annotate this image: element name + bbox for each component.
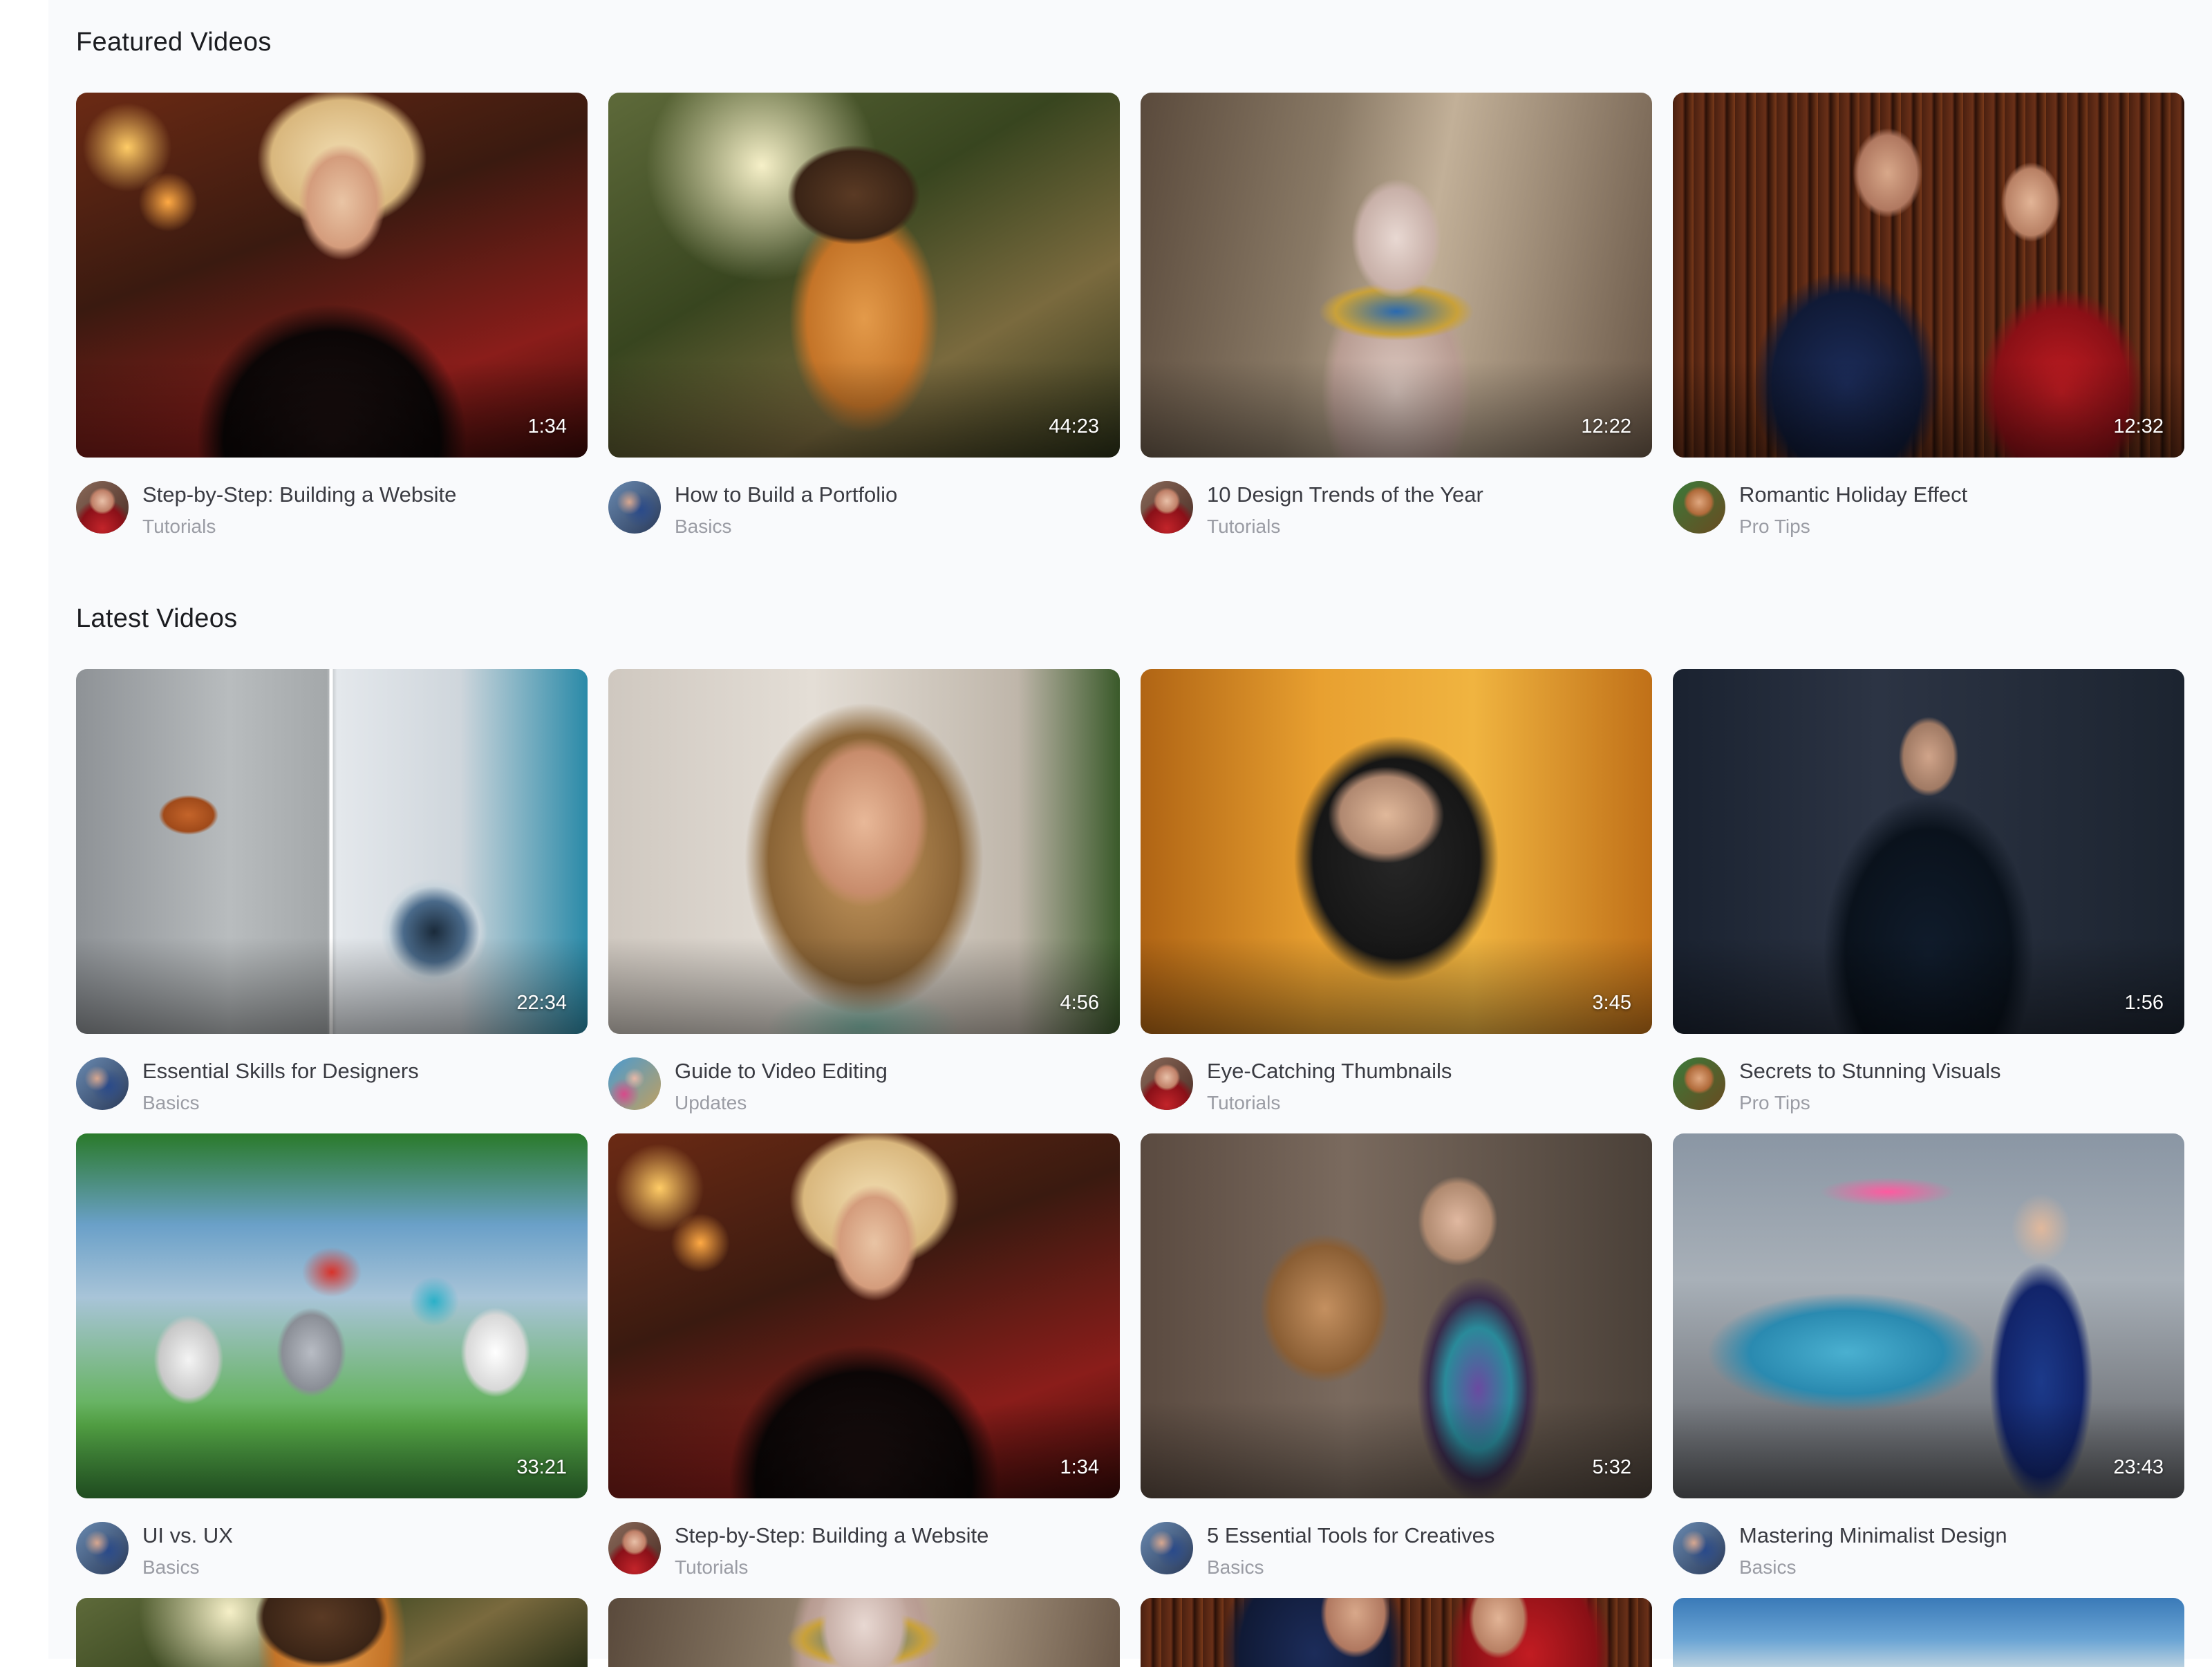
video-thumbnail[interactable]: 1:56 (1673, 669, 2184, 1034)
video-card[interactable] (1673, 1598, 2184, 1667)
video-thumbnail[interactable]: 12:32 (1673, 93, 2184, 458)
channel-avatar[interactable] (1673, 1057, 1725, 1110)
video-thumbnail[interactable] (608, 1598, 1120, 1667)
video-duration: 12:32 (2113, 415, 2164, 437)
video-duration: 23:43 (2113, 1456, 2164, 1478)
video-thumbnail[interactable] (1141, 1598, 1652, 1667)
channel-avatar[interactable] (76, 1522, 129, 1574)
video-duration: 44:23 (1049, 415, 1099, 437)
video-gallery-page: Featured Videos 1:34 Step-by-Step: Build… (48, 0, 2212, 1667)
video-card[interactable]: 3:45 Eye-Catching Thumbnails Tutorials (1141, 669, 1652, 1113)
video-title[interactable]: 10 Design Trends of the Year (1207, 482, 1483, 507)
video-duration: 22:34 (516, 992, 567, 1014)
video-duration: 1:34 (1060, 1456, 1099, 1478)
video-thumbnail[interactable]: 23:43 (1673, 1133, 2184, 1498)
video-card[interactable] (1141, 1598, 1652, 1667)
video-category: Basics (142, 1556, 200, 1578)
video-title[interactable]: Secrets to Stunning Visuals (1739, 1059, 2001, 1084)
video-duration: 1:56 (2124, 992, 2164, 1014)
video-category: Tutorials (142, 516, 216, 537)
video-duration: 12:22 (1581, 415, 1631, 437)
video-thumbnail[interactable]: 44:23 (608, 93, 1120, 458)
video-title[interactable]: Step-by-Step: Building a Website (142, 482, 456, 507)
video-thumbnail[interactable] (1673, 1598, 2184, 1667)
video-thumbnail[interactable]: 5:32 (1141, 1133, 1652, 1498)
video-thumbnail[interactable]: 1:34 (76, 93, 588, 458)
video-card[interactable]: 22:34 Essential Skills for Designers Bas… (76, 669, 588, 1113)
video-category: Pro Tips (1739, 1092, 1810, 1113)
video-card[interactable]: 5:32 5 Essential Tools for Creatives Bas… (1141, 1133, 1652, 1578)
video-category: Tutorials (1207, 516, 1281, 537)
video-card[interactable] (608, 1598, 1120, 1667)
channel-avatar[interactable] (608, 481, 661, 534)
video-thumbnail[interactable]: 12:22 (1141, 93, 1652, 458)
video-title[interactable]: 5 Essential Tools for Creatives (1207, 1523, 1494, 1548)
video-card[interactable]: 12:32 Romantic Holiday Effect Pro Tips (1673, 93, 2184, 537)
video-thumbnail[interactable]: 4:56 (608, 669, 1120, 1034)
video-title[interactable]: Eye-Catching Thumbnails (1207, 1059, 1452, 1084)
video-card[interactable]: 12:22 10 Design Trends of the Year Tutor… (1141, 93, 1652, 537)
video-card[interactable]: 1:34 Step-by-Step: Building a Website Tu… (76, 93, 588, 537)
video-title[interactable]: Mastering Minimalist Design (1739, 1523, 2007, 1548)
channel-avatar[interactable] (1141, 1057, 1193, 1110)
video-category: Basics (1739, 1556, 1797, 1578)
video-thumbnail[interactable] (76, 1598, 588, 1667)
video-category: Tutorials (1207, 1092, 1281, 1113)
video-card[interactable]: 44:23 How to Build a Portfolio Basics (608, 93, 1120, 537)
channel-avatar[interactable] (76, 481, 129, 534)
video-duration: 3:45 (1592, 992, 1631, 1014)
video-category: Updates (675, 1092, 747, 1113)
video-title[interactable]: UI vs. UX (142, 1523, 233, 1548)
video-card[interactable]: 23:43 Mastering Minimalist Design Basics (1673, 1133, 2184, 1578)
video-title[interactable]: How to Build a Portfolio (675, 482, 897, 507)
video-duration: 1:34 (527, 415, 567, 437)
video-category: Tutorials (675, 1556, 749, 1578)
video-card[interactable]: 1:56 Secrets to Stunning Visuals Pro Tip… (1673, 669, 2184, 1113)
featured-video-grid: 1:34 Step-by-Step: Building a Website Tu… (76, 93, 2186, 537)
video-card[interactable]: 4:56 Guide to Video Editing Updates (608, 669, 1120, 1113)
video-category: Basics (675, 516, 732, 537)
video-thumbnail[interactable]: 22:34 (76, 669, 588, 1034)
video-duration: 33:21 (516, 1456, 567, 1478)
video-title[interactable]: Step-by-Step: Building a Website (675, 1523, 988, 1548)
channel-avatar[interactable] (608, 1057, 661, 1110)
video-category: Basics (1207, 1556, 1264, 1578)
channel-avatar[interactable] (76, 1057, 129, 1110)
video-title[interactable]: Guide to Video Editing (675, 1059, 888, 1084)
channel-avatar[interactable] (1141, 481, 1193, 534)
video-title[interactable]: Essential Skills for Designers (142, 1059, 419, 1084)
video-duration: 5:32 (1592, 1456, 1631, 1478)
latest-video-grid: 22:34 Essential Skills for Designers Bas… (76, 669, 2186, 1667)
video-duration: 4:56 (1060, 992, 1099, 1014)
channel-avatar[interactable] (608, 1522, 661, 1574)
video-card[interactable] (76, 1598, 588, 1667)
video-thumbnail[interactable]: 1:34 (608, 1133, 1120, 1498)
latest-section-title: Latest Videos (76, 604, 238, 633)
featured-section-title: Featured Videos (76, 28, 272, 57)
video-card[interactable]: 1:34 Step-by-Step: Building a Website Tu… (608, 1133, 1120, 1578)
video-card[interactable]: 33:21 UI vs. UX Basics (76, 1133, 588, 1578)
video-thumbnail[interactable]: 33:21 (76, 1133, 588, 1498)
video-category: Pro Tips (1739, 516, 1810, 537)
channel-avatar[interactable] (1673, 1522, 1725, 1574)
video-title[interactable]: Romantic Holiday Effect (1739, 482, 1967, 507)
video-category: Basics (142, 1092, 200, 1113)
channel-avatar[interactable] (1141, 1522, 1193, 1574)
channel-avatar[interactable] (1673, 481, 1725, 534)
video-thumbnail[interactable]: 3:45 (1141, 669, 1652, 1034)
